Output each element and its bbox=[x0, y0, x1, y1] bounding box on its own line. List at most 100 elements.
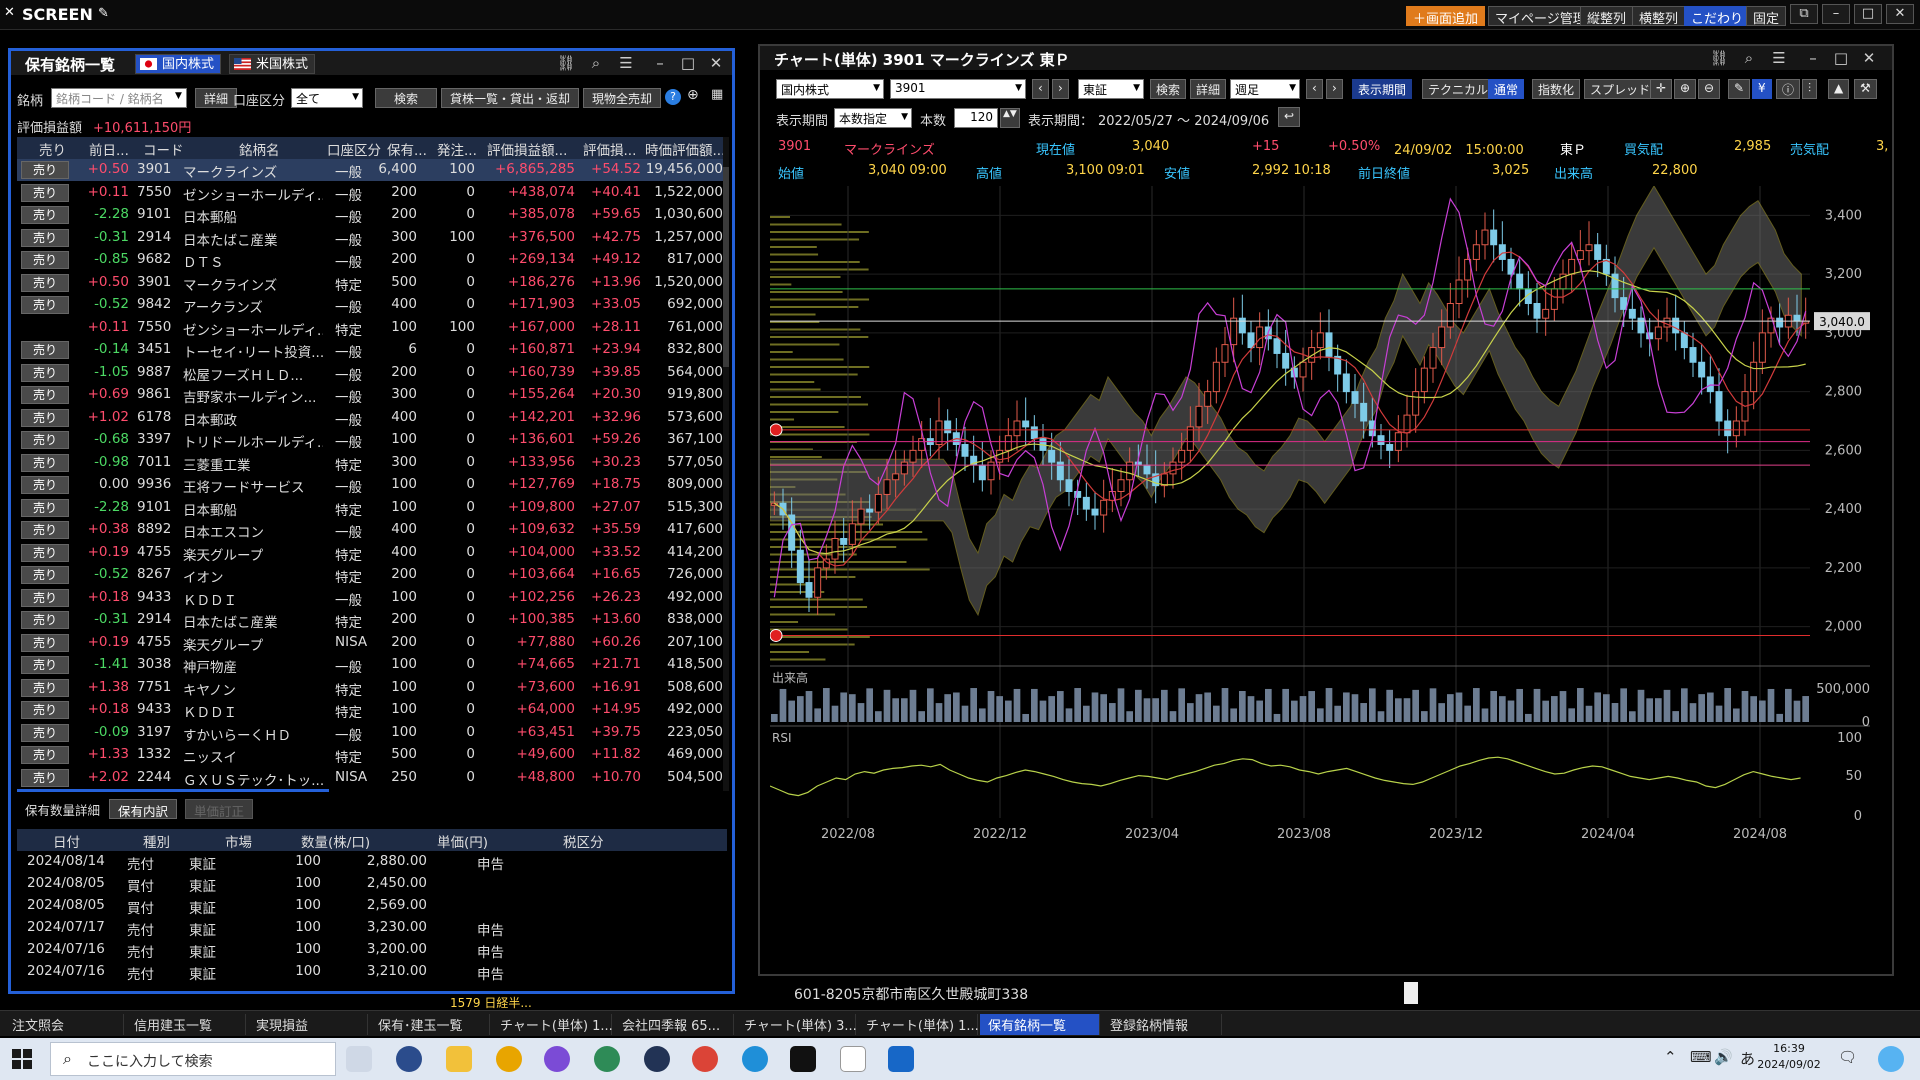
sell-button[interactable]: 売り bbox=[21, 498, 69, 517]
zoom-out-icon[interactable]: ⊖ bbox=[1698, 79, 1721, 99]
tab-chart-1[interactable]: チャート(単体) 1... bbox=[492, 1014, 613, 1035]
maximize-icon[interactable]: □ bbox=[1854, 4, 1882, 24]
table-row[interactable]: 売り +1.38 7751 キヤノン 特定 100 0 +73,600 +16.91 508,60… bbox=[17, 677, 729, 699]
sell-button[interactable]: 売り bbox=[21, 296, 69, 314]
sell-button[interactable]: 売り bbox=[21, 746, 69, 764]
table-row[interactable]: 売り +0.18 9433 ＫＤＤＩ 特定 100 0 +64,000 +14.95 492,00… bbox=[17, 699, 729, 721]
sell-button[interactable]: 売り bbox=[21, 408, 69, 427]
table-row[interactable]: 売り -1.05 9887 松屋フーズＨＬＤ... 一般 200 0 +160,739 +39.… bbox=[17, 362, 729, 384]
col-quantity[interactable]: 保有... bbox=[387, 139, 427, 159]
detail-row[interactable]: 2024/07/16 売付 東証 100 3,200.00 申告 bbox=[17, 939, 727, 961]
zoom-in-icon[interactable]: ⊕ bbox=[1674, 79, 1697, 99]
table-row[interactable]: 売り +0.69 9861 吉野家ホールディン... 一般 300 0 +155,264 +20… bbox=[17, 384, 729, 406]
app-icon-lightning[interactable] bbox=[888, 1046, 914, 1072]
table-row[interactable]: 売り -1.41 3038 神戸物産 一般 100 0 +74,665 +21.71 418,50… bbox=[17, 654, 729, 676]
col-code[interactable]: コード bbox=[143, 139, 184, 159]
table-row[interactable]: 売り -0.31 2914 日本たばこ産業 特定 200 0 +100,385 +13.60 83… bbox=[17, 609, 729, 631]
detail-row[interactable]: 2024/07/16 売付 東証 100 3,210.00 申告 bbox=[17, 961, 727, 983]
bar-count-input[interactable]: 120 bbox=[954, 108, 998, 128]
horizontal-arrange-button[interactable]: 横整列 bbox=[1632, 6, 1686, 27]
col-market-value[interactable]: 時価評価額... bbox=[645, 139, 725, 159]
table-row[interactable]: 売り -0.09 3197 すかいらーくＨＤ 一般 100 0 +63,451 +39.75 22… bbox=[17, 722, 729, 744]
col-day-change[interactable]: 前日... bbox=[89, 139, 129, 159]
period-mode-select[interactable]: 本数指定 bbox=[834, 108, 912, 128]
wrench-icon[interactable]: ⚒ bbox=[1854, 79, 1877, 99]
crosshair-icon[interactable]: ✛ bbox=[1650, 79, 1673, 99]
tab-holdings-list[interactable]: 保有銘柄一覧 bbox=[980, 1014, 1100, 1035]
sell-button[interactable]: 売り bbox=[21, 678, 69, 697]
candle-settings-icon[interactable]: ⫶ bbox=[1802, 79, 1818, 99]
table-row[interactable]: 売り +1.02 6178 日本郵政 一般 400 0 +142,201 +32.96 573,6… bbox=[17, 407, 729, 429]
table-row[interactable]: 売り +1.33 1332 ニッスイ 特定 500 0 +49,600 +11.82 469,00… bbox=[17, 744, 729, 766]
ime-indicator[interactable]: あ bbox=[1740, 1048, 1755, 1069]
app-icon-globe[interactable] bbox=[594, 1046, 620, 1072]
app-icon-sunflower[interactable] bbox=[496, 1046, 522, 1072]
volume-icon[interactable]: 🔊 bbox=[1714, 1048, 1733, 1066]
draw-pen-icon[interactable]: ✎ bbox=[1728, 79, 1751, 99]
tab-registered-stocks[interactable]: 登録銘柄情報 bbox=[1102, 1014, 1222, 1035]
panel-close-icon[interactable]: ✕ bbox=[705, 53, 727, 73]
vertical-arrange-button[interactable]: 縦整列 bbox=[1580, 6, 1634, 27]
sell-button[interactable]: 売り bbox=[21, 273, 69, 292]
table-row[interactable]: 売り -0.52 9842 アークランズ 一般 400 0 +171,903 +33.05 692… bbox=[17, 294, 729, 316]
market-select[interactable]: 国内株式 bbox=[776, 79, 884, 99]
table-row[interactable]: 売り -0.85 9682 ＤＴＳ 一般 200 0 +269,134 +49.12 817,00… bbox=[17, 249, 729, 271]
notification-icon[interactable]: 🗨 bbox=[1838, 1048, 1857, 1066]
sell-button[interactable]: 売り bbox=[21, 633, 69, 652]
technical-button[interactable]: テクニカル bbox=[1422, 79, 1495, 99]
bar-count-stepper[interactable]: ▲▼ bbox=[1000, 108, 1020, 128]
search-icon[interactable]: ⌕ bbox=[585, 53, 607, 73]
display-period-button[interactable]: 表示期間 bbox=[1352, 79, 1413, 99]
yen-icon[interactable]: ¥ bbox=[1752, 79, 1772, 99]
stock-dropdown-icon[interactable]: ▼ bbox=[175, 91, 182, 101]
panel-minimize-icon[interactable]: – bbox=[649, 53, 671, 73]
tray-chevron-icon[interactable]: ⌃ bbox=[1664, 1048, 1677, 1066]
reset-period-icon[interactable]: ↩ bbox=[1278, 107, 1301, 127]
app-icon-doc[interactable] bbox=[840, 1046, 866, 1072]
sell-button[interactable]: 売り bbox=[21, 251, 69, 269]
detail-col-kind[interactable]: 種別 bbox=[143, 831, 170, 851]
detail-col-qty[interactable]: 数量(株/口) bbox=[301, 831, 370, 851]
sell-button[interactable]: 売り bbox=[21, 453, 69, 472]
table-row[interactable]: 売り +2.02 2244 ＧＸＵＳテック･トッ... NISA 250 0 +48,800 +… bbox=[17, 767, 729, 789]
kodawari-button[interactable]: こだわり bbox=[1684, 6, 1751, 27]
prev-stock-button[interactable]: ‹ bbox=[1032, 79, 1049, 99]
link-icon[interactable]: ⛓ bbox=[555, 53, 577, 73]
chart-close-icon[interactable]: ✕ bbox=[1858, 48, 1880, 68]
sell-button[interactable]: 売り bbox=[21, 701, 69, 719]
holdings-hscrollbar[interactable] bbox=[17, 789, 329, 792]
holdings-scrollbar[interactable] bbox=[723, 137, 729, 791]
table-row[interactable]: 売り -2.28 9101 日本郵船 一般 200 0 +385,078 +59.65 1,030… bbox=[17, 204, 729, 226]
table-row[interactable]: 売り +0.38 8892 日本エスコン 一般 400 0 +109,632 +35.59 417… bbox=[17, 519, 729, 541]
tab-domestic-stock[interactable]: 国内株式 bbox=[135, 54, 222, 74]
sell-button[interactable]: 売り bbox=[21, 228, 69, 247]
chrome-icon[interactable] bbox=[692, 1046, 718, 1072]
sell-button[interactable]: 売り bbox=[21, 206, 69, 224]
sell-button[interactable]: 売り bbox=[21, 431, 69, 449]
stock-search-input[interactable]: 銘柄コード / 銘柄名 bbox=[51, 88, 187, 108]
windows-start-icon[interactable] bbox=[12, 1049, 32, 1069]
detail-col-date[interactable]: 日付 bbox=[53, 831, 80, 851]
scroll-thumb[interactable] bbox=[1404, 982, 1418, 1004]
mypage-manage-button[interactable]: マイページ管理 bbox=[1488, 6, 1593, 27]
table-row[interactable]: 売り +0.18 9433 ＫＤＤＩ 一般 100 0 +102,256 +26.23 492,0… bbox=[17, 587, 729, 609]
tradingview-icon[interactable] bbox=[790, 1046, 816, 1072]
tab-price-correction[interactable]: 単価訂正 bbox=[185, 799, 254, 819]
account-type-select[interactable]: 全て bbox=[291, 88, 363, 108]
detail-button[interactable]: 詳細 bbox=[195, 88, 238, 108]
chart-menu-icon[interactable]: ☰ bbox=[1768, 48, 1790, 68]
taskbar-clock[interactable]: 16:39 2024/09/02 bbox=[1754, 1041, 1824, 1073]
col-pl-amount[interactable]: 評価損益額... bbox=[487, 139, 567, 159]
normal-mode-button[interactable]: 通常 bbox=[1488, 79, 1525, 99]
file-explorer-icon[interactable] bbox=[446, 1046, 472, 1072]
tab-shikiho[interactable]: 会社四季報 65... bbox=[614, 1014, 734, 1035]
network-icon[interactable]: ⌨ bbox=[1690, 1048, 1712, 1066]
sell-button[interactable]: 売り bbox=[21, 566, 69, 584]
detail-row[interactable]: 2024/08/14 売付 東証 100 2,880.00 申告 bbox=[17, 851, 727, 873]
col-name[interactable]: 銘柄名 bbox=[239, 139, 280, 159]
chart-search-button[interactable]: 検索 bbox=[1150, 79, 1187, 99]
table-row[interactable]: +0.11 7550 ゼンショーホールディ... 特定 100 100 +167,000 +2… bbox=[17, 317, 729, 339]
prev-period-button[interactable]: ‹ bbox=[1306, 79, 1323, 99]
tab-chart-3[interactable]: チャート(単体) 3... bbox=[736, 1014, 857, 1035]
sell-button[interactable]: 売り bbox=[21, 723, 69, 742]
